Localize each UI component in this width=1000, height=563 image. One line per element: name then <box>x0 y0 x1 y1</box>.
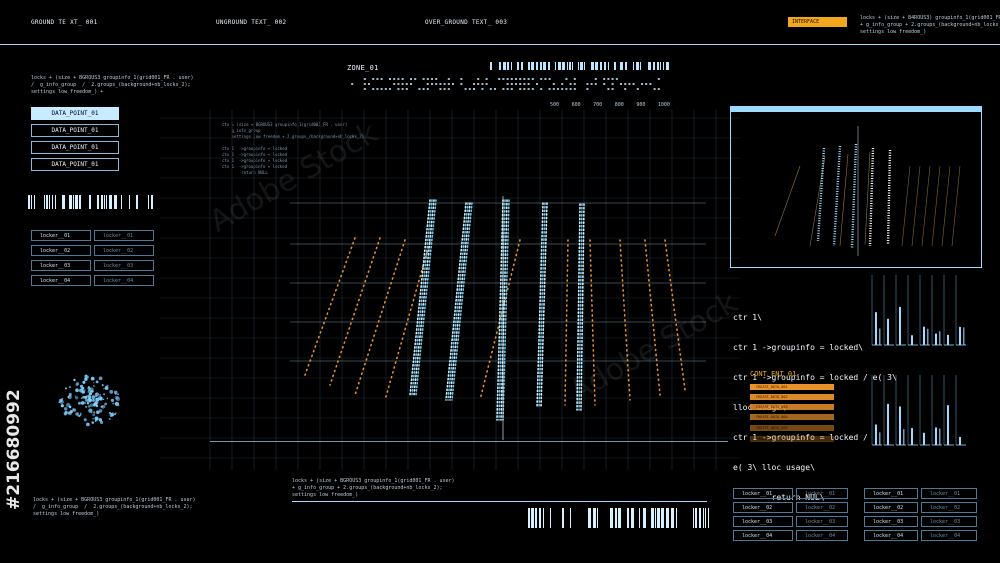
locker-br-b2[interactable]: locker__02 <box>921 502 977 513</box>
bottom-divider <box>292 501 707 502</box>
locker-bl-b1[interactable]: locker__01 <box>796 488 848 499</box>
content-bar-4[interactable]: CREATE_DATA_004 <box>750 414 834 420</box>
content-bar-2[interactable]: CREATE_DATA_002 <box>750 394 834 400</box>
bottom-center-code: locks + (size + BGROUS3 groupinfo_1(grid… <box>292 478 455 498</box>
locker-br-a2[interactable]: locker__02 <box>864 502 918 513</box>
locker-br-b4[interactable]: locker__04 <box>921 530 977 541</box>
locker-bl-b3[interactable]: locker__03 <box>796 516 848 527</box>
preview-visualization <box>774 126 961 256</box>
locker-bl-a2[interactable]: locker__02 <box>733 502 793 513</box>
locker-bl-a3[interactable]: locker__03 <box>733 516 793 527</box>
locker-bl-a4[interactable]: locker__04 <box>733 530 793 541</box>
locker-br-a1[interactable]: locker__01 <box>864 488 918 499</box>
locker-bl-a1[interactable]: locker__01 <box>733 488 793 499</box>
content-title: CONT ENT_01 <box>750 370 797 378</box>
locker-br-b1[interactable]: locker__01 <box>921 488 977 499</box>
content-bar-6[interactable]: CREATE_DATA_006 <box>750 436 834 442</box>
content-bar-1[interactable]: CREATE_DATA_001 <box>750 384 834 390</box>
terminal-line: e( 3\ lloc usage\ <box>733 463 815 472</box>
locker-br-b3[interactable]: locker__03 <box>921 516 977 527</box>
locker-bl-b4[interactable]: locker__04 <box>796 530 848 541</box>
bottom-left-code: locks + (size + BGROUS3 groupinfo_1(grid… <box>33 497 196 517</box>
locker-br-a4[interactable]: locker__04 <box>864 530 918 541</box>
bar-meter-upper <box>871 275 966 346</box>
content-bar-5[interactable]: CREATE_DATA_005 <box>750 425 834 431</box>
locker-bl-b2[interactable]: locker__02 <box>796 502 848 513</box>
content-bar-3[interactable]: CREATE_DATA_003 <box>750 404 834 410</box>
bar-meter-lower <box>871 375 966 446</box>
locker-br-a3[interactable]: locker__03 <box>864 516 918 527</box>
mid-divider <box>210 441 728 442</box>
barcode-bottom <box>528 508 709 528</box>
